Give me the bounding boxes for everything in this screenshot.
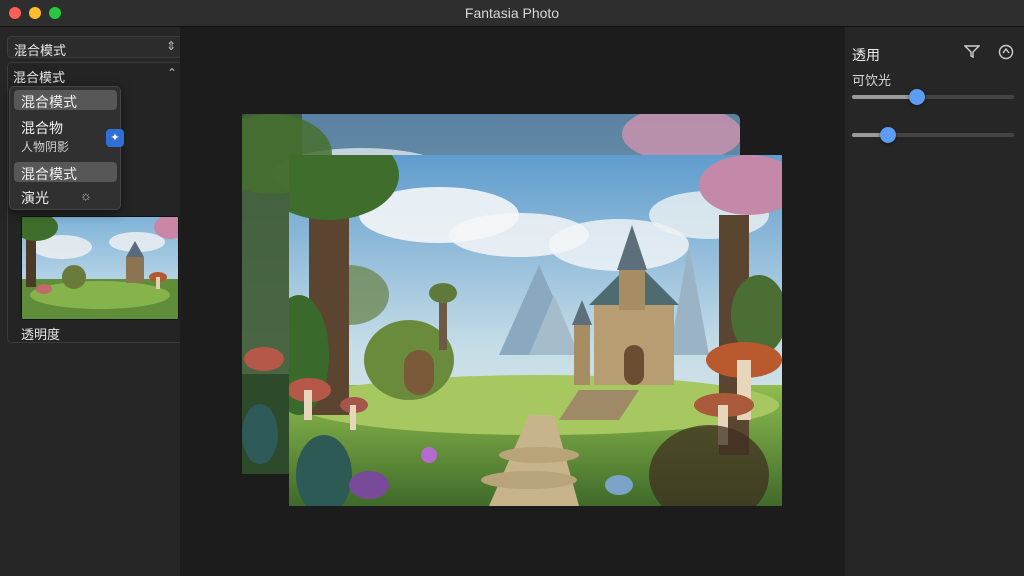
menu-item-sublabel: 人物阴影 xyxy=(21,140,70,154)
slider-track-2[interactable] xyxy=(852,127,1014,143)
menu-item-blend-mode-2[interactable]: 混合模式 xyxy=(14,162,117,182)
updown-arrows-icon: ⇕ xyxy=(165,39,176,53)
menu-item-light[interactable]: 演光 ☼ xyxy=(14,186,117,206)
slider-knob-2[interactable] xyxy=(880,127,896,143)
opacity-label: 透明度 xyxy=(21,327,61,342)
chevron-up-icon[interactable]: ⌃ xyxy=(167,66,177,80)
slider-fill-1 xyxy=(852,95,917,99)
title-bar: Fantasia Photo xyxy=(0,0,1024,27)
sparkle-icon[interactable]: ✦ xyxy=(106,129,124,147)
menu-item-label: 混合模式 xyxy=(21,94,77,110)
menu-item-label: 混合模式 xyxy=(21,166,77,182)
target-icon[interactable] xyxy=(998,44,1014,63)
slider-track-1[interactable] xyxy=(852,89,1014,105)
thumbnail-image xyxy=(22,217,178,319)
panel-subtitle: 可饮光 xyxy=(852,73,892,88)
funnel-icon[interactable] xyxy=(963,44,981,61)
right-sidebar xyxy=(845,27,1024,576)
blend-mode-select-value: 混合模式 xyxy=(14,43,67,58)
blend-mode-select[interactable]: 混合模式 ⇕ xyxy=(7,36,184,58)
window-title: Fantasia Photo xyxy=(464,5,560,21)
menu-item-blend[interactable]: 混合物 xyxy=(14,116,117,136)
menu-item-label: 混合物 xyxy=(21,120,63,136)
menu-item-label: 演光 xyxy=(21,190,49,206)
menu-item-blend-mode[interactable]: 混合模式 xyxy=(14,90,117,110)
sun-icon: ☼ xyxy=(80,188,92,203)
panel-title: 混合模式 xyxy=(13,70,66,85)
panel-title: 透用 xyxy=(852,47,880,63)
layer-thumbnail[interactable] xyxy=(21,216,179,320)
slider-knob-1[interactable] xyxy=(909,89,925,105)
artwork-front-layer[interactable] xyxy=(289,155,782,506)
blend-mode-menu: 混合模式 混合物 人物阴影 ✦ 混合模式 演光 ☼ xyxy=(9,86,124,210)
canvas-area[interactable] xyxy=(180,27,845,576)
